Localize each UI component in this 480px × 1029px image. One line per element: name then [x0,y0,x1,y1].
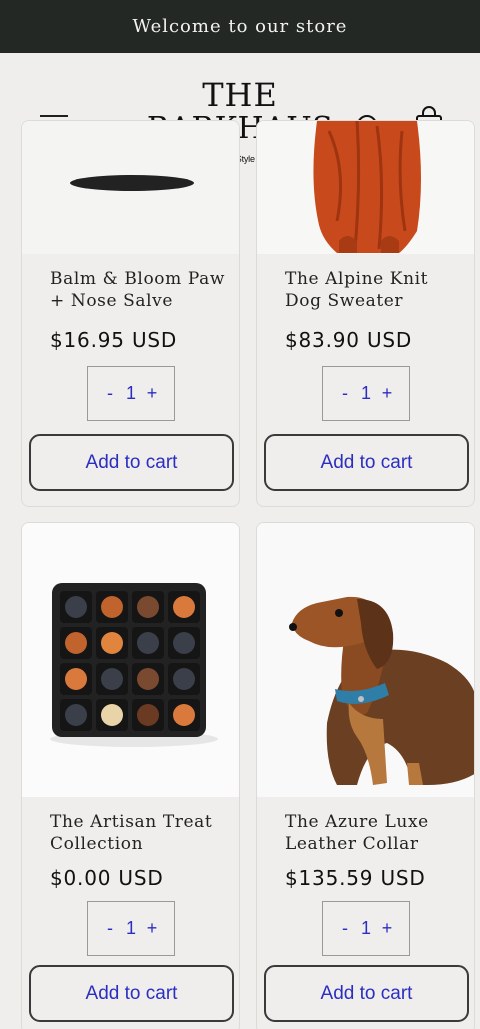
quantity-value[interactable]: 1 [361,918,371,939]
treat-piece [137,596,159,618]
treat-piece [173,596,195,618]
product-price: $0.00 USD [50,866,164,890]
quantity-decrease-button[interactable]: - [102,918,118,939]
quantity-stepper: - 1 + [87,366,175,421]
add-to-cart-button[interactable]: Add to cart [29,434,234,491]
dachshund-collar-image [257,523,474,797]
treat-piece [65,632,87,654]
product-title[interactable]: Balm & Bloom Paw + Nose Salve [50,268,229,312]
quantity-value[interactable]: 1 [361,383,371,404]
product-price: $135.59 USD [285,866,426,890]
product-card[interactable]: The Azure Luxe Leather Collar $135.59 US… [256,522,475,1029]
treat-piece [173,668,195,690]
quantity-decrease-button[interactable]: - [337,383,353,404]
product-card[interactable]: Balm & Bloom Paw + Nose Salve $16.95 USD… [21,120,240,507]
treat-piece [101,632,123,654]
treat-piece [173,704,195,726]
quantity-stepper: - 1 + [322,901,410,956]
product-card[interactable]: The Artisan Treat Collection $0.00 USD -… [21,522,240,1029]
treat-piece [137,704,159,726]
treat-piece [65,668,87,690]
menu-icon [40,115,68,117]
product-card[interactable]: The Alpine Knit Dog Sweater $83.90 USD -… [256,120,475,507]
treat-piece [65,704,87,726]
quantity-stepper: - 1 + [87,901,175,956]
treat-piece [137,668,159,690]
product-image[interactable] [22,121,239,254]
product-title[interactable]: The Alpine Knit Dog Sweater [285,268,464,312]
quantity-increase-button[interactable]: + [144,383,160,404]
product-price: $16.95 USD [50,328,178,352]
treat-piece [137,632,159,654]
add-to-cart-button[interactable]: Add to cart [264,965,469,1022]
add-to-cart-button[interactable]: Add to cart [29,965,234,1022]
product-image[interactable] [22,523,239,797]
dog-sweater-image [257,121,474,254]
treat-piece [173,632,195,654]
product-title[interactable]: The Artisan Treat Collection [50,811,229,855]
logo-line-1: THE [202,76,278,114]
treat-piece [65,596,87,618]
product-title[interactable]: The Azure Luxe Leather Collar [285,811,464,855]
treat-piece [101,596,123,618]
treat-collection-image [22,523,239,797]
quantity-decrease-button[interactable]: - [102,383,118,404]
treat-piece [101,668,123,690]
quantity-value[interactable]: 1 [126,383,136,404]
quantity-decrease-button[interactable]: - [337,918,353,939]
announcement-text: Welcome to our store [132,16,348,37]
product-image[interactable] [257,523,474,797]
quantity-stepper: - 1 + [322,366,410,421]
salve-tin-image [22,121,239,254]
quantity-increase-button[interactable]: + [379,383,395,404]
quantity-increase-button[interactable]: + [144,918,160,939]
quantity-increase-button[interactable]: + [379,918,395,939]
treat-piece [101,704,123,726]
product-price: $83.90 USD [285,328,413,352]
quantity-value[interactable]: 1 [126,918,136,939]
product-image[interactable] [257,121,474,254]
add-to-cart-button[interactable]: Add to cart [264,434,469,491]
announcement-bar: Welcome to our store [0,0,480,53]
